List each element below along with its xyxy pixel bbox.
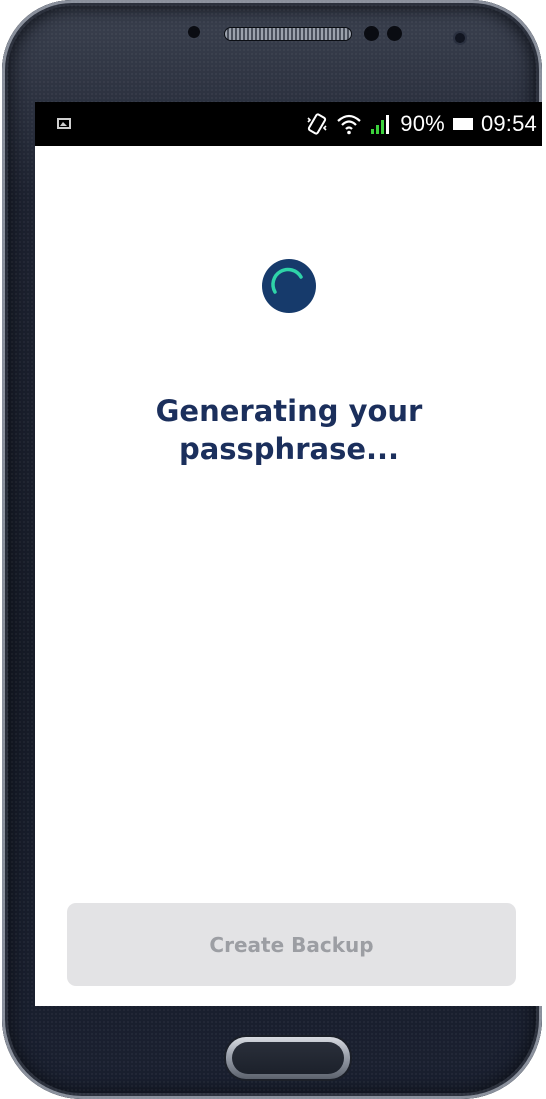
home-button[interactable] <box>226 1037 350 1079</box>
gallery-notification-icon <box>57 118 71 129</box>
vibrate-icon <box>306 112 328 136</box>
wifi-icon <box>336 113 362 135</box>
create-backup-button[interactable]: Create Backup <box>67 903 516 986</box>
create-backup-label: Create Backup <box>209 932 374 957</box>
page-title: Generating your passphrase... <box>155 394 423 466</box>
light-sensor <box>387 26 402 41</box>
battery-percentage: 90% <box>400 111 445 136</box>
status-bar: 90% 09:54 <box>35 102 542 146</box>
screen: 90% 09:54 Generating your passphrase... … <box>35 102 542 1006</box>
front-camera <box>455 33 465 43</box>
home-button-face <box>232 1042 344 1074</box>
phone-frame: 90% 09:54 Generating your passphrase... … <box>2 0 542 1099</box>
passphrase-generation-view: Generating your passphrase... Create Bac… <box>35 146 542 1006</box>
status-bar-right: 90% 09:54 <box>306 102 537 146</box>
battery-icon <box>452 118 473 130</box>
signal-icon <box>370 113 392 135</box>
clock-time: 09:54 <box>480 111 537 136</box>
loading-spinner-icon <box>262 259 316 313</box>
earpiece-speaker <box>224 27 352 41</box>
proximity-sensor <box>188 26 200 38</box>
light-sensor <box>364 26 379 41</box>
